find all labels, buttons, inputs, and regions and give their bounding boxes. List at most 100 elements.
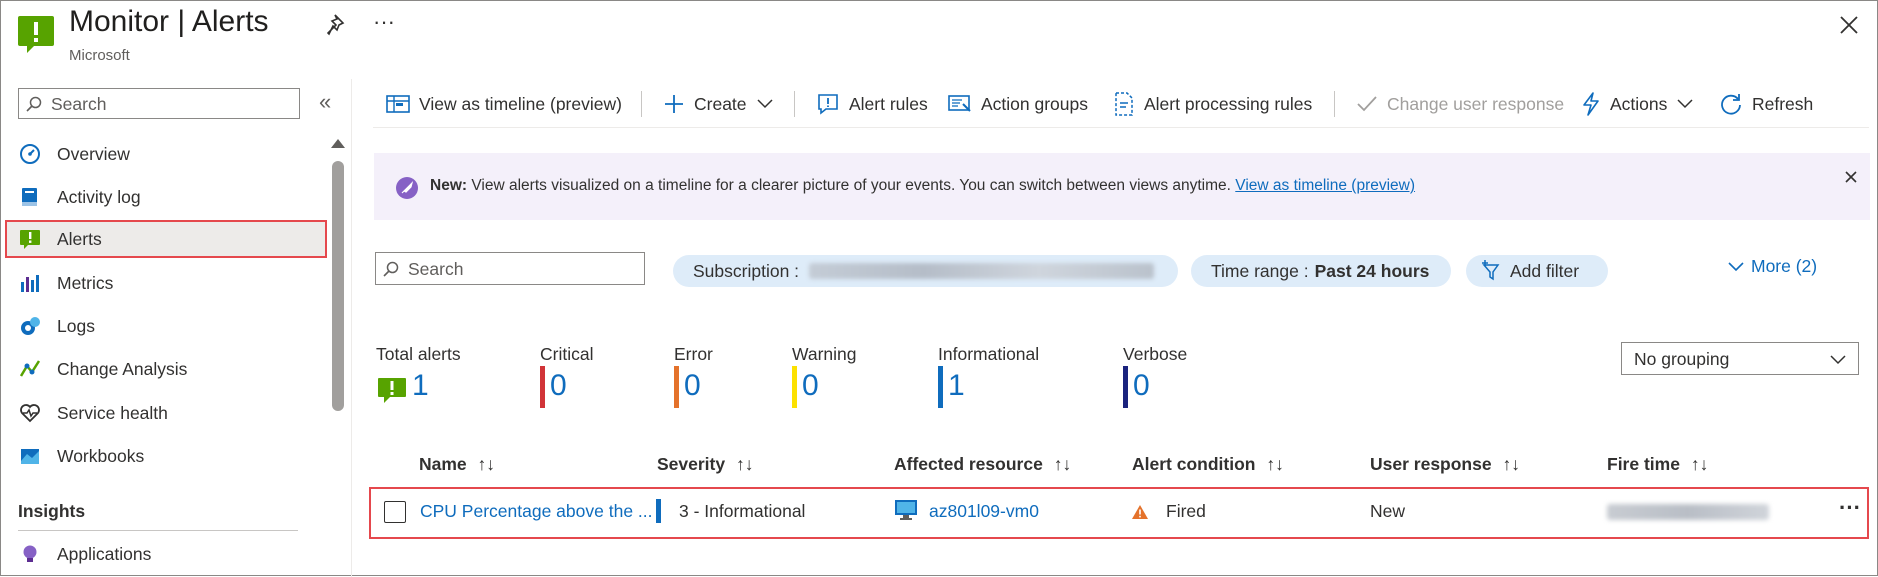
chevron-down-icon (1830, 355, 1846, 365)
banner-new-label: New: (430, 177, 468, 194)
sidebar-item-activity-log[interactable]: Activity log (15, 178, 329, 216)
sidebar-item-logs[interactable]: Logs (15, 307, 329, 345)
refresh-icon (1721, 94, 1741, 115)
chevron-down-icon (1728, 261, 1744, 271)
grouping-dropdown[interactable]: No grouping (1621, 342, 1859, 375)
sidebar-border (351, 79, 352, 577)
column-header-severity[interactable]: Severity ↑↓ (657, 454, 753, 475)
critical-severity-bar (540, 366, 545, 408)
fire-time-redacted (1607, 504, 1769, 520)
subscription-filter-pill[interactable]: Subscription : (673, 255, 1178, 287)
sidebar-scrollbar[interactable] (332, 161, 344, 411)
sidebar-item-metrics[interactable]: Metrics (15, 264, 329, 302)
change-user-response-button[interactable]: Change user response (1356, 89, 1564, 119)
summary-value-warning[interactable]: 0 (802, 369, 819, 403)
banner-text: View alerts visualized on a timeline for… (471, 177, 1231, 194)
close-icon[interactable] (1839, 15, 1859, 40)
monitor-logo-icon (17, 15, 55, 58)
sidebar-item-change-analysis[interactable]: Change Analysis (15, 350, 329, 388)
logs-icon (21, 317, 40, 335)
sidebar-item-overview[interactable]: Overview (15, 135, 329, 173)
row-checkbox[interactable] (384, 501, 406, 523)
alert-rules-button[interactable]: Alert rules (816, 89, 928, 119)
ellipsis-icon[interactable]: ··· (373, 9, 395, 35)
page-title: Monitor | Alerts (69, 5, 269, 38)
sort-icon: ↑↓ (735, 454, 754, 474)
create-button[interactable]: Create (663, 89, 773, 119)
sidebar-item-label: Service health (57, 402, 168, 423)
sidebar-divider (18, 530, 298, 531)
refresh-label: Refresh (1752, 93, 1814, 114)
create-label: Create (694, 93, 747, 114)
column-header-affected-resource[interactable]: Affected resource ↑↓ (894, 454, 1071, 475)
banner-close-icon[interactable] (1844, 170, 1858, 184)
alerts-search-input[interactable]: Search (375, 252, 645, 285)
more-filters-label: More (2) (1751, 256, 1818, 276)
summary-value-verbose[interactable]: 0 (1133, 369, 1150, 403)
refresh-button[interactable]: Refresh (1719, 89, 1813, 119)
toolbar-separator (794, 91, 795, 117)
bar-chart-icon (21, 275, 39, 292)
actions-label: Actions (1610, 93, 1668, 114)
sidebar-search-placeholder: Search (51, 94, 107, 114)
error-severity-bar (674, 366, 679, 408)
time-range-filter-pill[interactable]: Time range : Past 24 hours (1191, 255, 1451, 287)
heart-icon (20, 404, 40, 423)
sidebar-item-applications[interactable]: Applications (15, 535, 329, 573)
sidebar-scroll-up-icon[interactable] (331, 139, 345, 148)
sidebar-item-label: Logs (57, 315, 95, 336)
more-filters-button[interactable]: More (2) (1728, 256, 1817, 277)
row-more-actions-icon[interactable]: ··· (1839, 495, 1861, 521)
sidebar-item-service-health[interactable]: Service health (15, 394, 329, 432)
sidebar-item-workbooks[interactable]: Workbooks (15, 437, 329, 475)
processing-rules-icon (1115, 92, 1133, 116)
sort-icon: ↑↓ (1690, 454, 1709, 474)
toolbar-divider (373, 127, 1869, 128)
summary-label-warning: Warning (792, 344, 857, 364)
sidebar-search-input[interactable]: Search (18, 88, 300, 119)
action-groups-button[interactable]: Action groups (948, 89, 1088, 119)
action-groups-label: Action groups (981, 93, 1089, 114)
plus-icon (665, 95, 683, 113)
column-header-alert-condition[interactable]: Alert condition ↑↓ (1132, 454, 1284, 475)
summary-value-critical[interactable]: 0 (550, 369, 567, 403)
banner-timeline-link[interactable]: View as timeline (preview) (1235, 177, 1415, 194)
lightbulb-icon (23, 545, 37, 562)
summary-value-informational[interactable]: 1 (948, 369, 965, 403)
add-filter-label: Add filter (1510, 260, 1580, 281)
sidebar-item-label: Change Analysis (57, 358, 188, 379)
actions-button[interactable]: Actions (1581, 89, 1693, 119)
page-subtitle: Microsoft (69, 47, 130, 64)
lightning-icon (1583, 92, 1599, 116)
column-header-name[interactable]: Name ↑↓ (419, 454, 495, 475)
change-user-response-label: Change user response (1387, 93, 1565, 114)
summary-label-informational: Informational (938, 344, 1040, 364)
add-filter-button[interactable]: Add filter (1466, 255, 1608, 287)
time-range-label: Time range : (1211, 260, 1309, 281)
view-timeline-button[interactable]: View as timeline (preview) (386, 89, 622, 119)
summary-value-total[interactable]: 1 (412, 369, 429, 403)
action-groups-icon (948, 95, 971, 112)
column-header-user-response[interactable]: User response ↑↓ (1370, 454, 1520, 475)
rocket-icon (396, 177, 418, 199)
sort-icon: ↑↓ (1053, 454, 1072, 474)
workbook-icon (21, 449, 39, 464)
sidebar-item-alerts[interactable]: Alerts (5, 220, 327, 258)
search-icon (26, 96, 42, 112)
sidebar-item-label: Overview (57, 143, 130, 164)
alert-processing-rules-button[interactable]: Alert processing rules (1113, 89, 1312, 119)
pin-icon[interactable] (326, 13, 349, 42)
sidebar-item-label: Activity log (57, 186, 141, 207)
sort-icon: ↑↓ (1266, 454, 1284, 474)
time-range-value: Past 24 hours (1314, 260, 1430, 281)
subscription-value-redacted (809, 263, 1155, 279)
collapse-sidebar-button[interactable]: « (319, 89, 331, 115)
alert-severity: 3 - Informational (679, 501, 806, 521)
alert-icon (20, 230, 40, 249)
column-header-fire-time[interactable]: Fire time ↑↓ (1607, 454, 1708, 475)
alert-name-link[interactable]: CPU Percentage above the ... (420, 501, 653, 522)
affected-resource-link[interactable]: az801l09-vm0 (929, 501, 1039, 522)
sort-icon: ↑↓ (1502, 454, 1520, 474)
checkmark-icon (1357, 96, 1377, 112)
summary-value-error[interactable]: 0 (684, 369, 701, 403)
